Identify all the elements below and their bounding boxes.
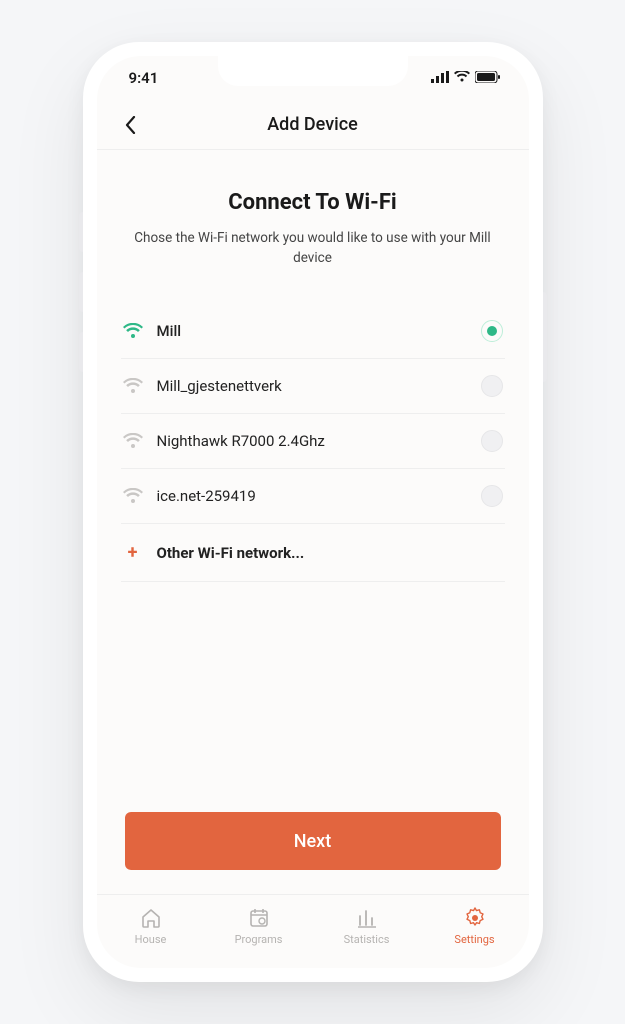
network-name: ice.net-259419 — [157, 487, 467, 505]
network-row[interactable]: ice.net-259419 — [121, 469, 505, 524]
battery-icon — [475, 69, 501, 87]
notch — [218, 56, 408, 86]
page-title: Add Device — [267, 114, 358, 135]
radio-unselected[interactable] — [481, 375, 503, 397]
radio-unselected[interactable] — [481, 485, 503, 507]
network-name: Mill_gjestenettverk — [157, 377, 467, 395]
nav-header: Add Device — [97, 100, 529, 150]
network-name: Nighthawk R7000 2.4Ghz — [157, 432, 467, 450]
tab-statistics[interactable]: Statistics — [313, 895, 421, 958]
cellular-icon — [431, 69, 449, 87]
next-button[interactable]: Next — [125, 812, 501, 870]
radio-dot-icon — [487, 326, 497, 336]
network-row[interactable]: Nighthawk R7000 2.4Ghz — [121, 414, 505, 469]
tab-label: Statistics — [344, 933, 390, 946]
phone-frame: 9:41 Add Device Connect To Wi-Fi Cho — [83, 42, 543, 982]
network-list: Mill Mill_gjestenettverk Nighthawk R7000… — [121, 304, 505, 582]
back-button[interactable] — [115, 109, 147, 141]
network-row[interactable]: Mill — [121, 304, 505, 359]
tab-label: Programs — [235, 933, 283, 946]
tab-bar: House Programs Statistics Settings — [97, 894, 529, 968]
calendar-icon — [248, 907, 270, 929]
radio-unselected[interactable] — [481, 430, 503, 452]
tab-house[interactable]: House — [97, 895, 205, 958]
wifi-icon — [123, 486, 143, 506]
other-network-row[interactable]: + Other Wi-Fi network... — [121, 524, 505, 582]
tab-label: Settings — [454, 933, 494, 946]
radio-selected[interactable] — [481, 320, 503, 342]
wifi-status-icon — [454, 69, 470, 87]
tab-settings[interactable]: Settings — [421, 895, 529, 958]
status-time: 9:41 — [129, 69, 159, 87]
network-row[interactable]: Mill_gjestenettverk — [121, 359, 505, 414]
network-name: Mill — [157, 322, 467, 340]
wifi-icon — [123, 321, 143, 341]
heading: Connect To Wi-Fi — [121, 190, 505, 215]
wifi-icon — [123, 431, 143, 451]
subtext: Chose the Wi-Fi network you would like t… — [121, 229, 505, 268]
content: Connect To Wi-Fi Chose the Wi-Fi network… — [97, 150, 529, 894]
next-button-label: Next — [294, 831, 331, 852]
chart-icon — [356, 907, 378, 929]
house-icon — [140, 907, 162, 929]
spacer — [121, 582, 505, 812]
tab-programs[interactable]: Programs — [205, 895, 313, 958]
other-network-label: Other Wi-Fi network... — [157, 544, 305, 562]
screen: 9:41 Add Device Connect To Wi-Fi Cho — [97, 56, 529, 968]
status-icons — [431, 69, 501, 87]
plus-icon: + — [123, 542, 143, 563]
wifi-icon — [123, 376, 143, 396]
chevron-left-icon — [125, 116, 136, 134]
tab-label: House — [135, 933, 167, 946]
gear-icon — [464, 907, 486, 929]
